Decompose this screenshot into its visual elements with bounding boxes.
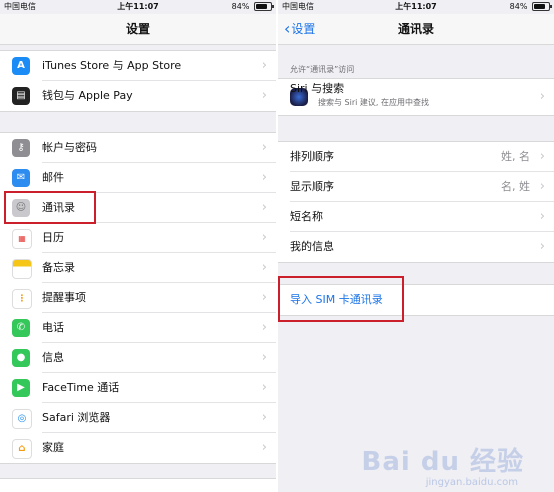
- wallet-icon: ▤: [12, 87, 30, 105]
- chevron-right-icon: ›: [261, 350, 267, 365]
- chevron-right-icon: ›: [261, 88, 267, 103]
- chevron-right-icon: ›: [539, 149, 545, 164]
- notes-icon: [12, 259, 32, 279]
- battery-indicator: 84%: [231, 0, 274, 14]
- pref-my-info[interactable]: 我的信息 ›: [278, 232, 554, 262]
- pref-value: 名, 姓: [501, 180, 530, 193]
- settings-screen: 中国电信 上午11:07 84% 设置 A iTunes Store 与 App…: [0, 0, 276, 492]
- settings-item-phone[interactable]: ✆ 电话 ›: [0, 313, 276, 343]
- back-button[interactable]: ‹设置: [284, 14, 315, 44]
- import-sim-label: 导入 SIM 卡通讯录: [290, 293, 383, 306]
- settings-item-label: 帐户与密码: [42, 141, 97, 154]
- chevron-right-icon: ›: [539, 239, 545, 254]
- settings-item-reminders[interactable]: ⋮ 提醒事项 ›: [0, 283, 276, 313]
- status-bar: 中国电信 上午11:07 84%: [0, 0, 276, 14]
- chevron-right-icon: ›: [539, 179, 545, 194]
- status-bar: 中国电信 上午11:07 84%: [278, 0, 554, 14]
- page-title: 设置: [125, 22, 150, 36]
- settings-group-next: [0, 478, 276, 492]
- contacts-settings-screen: 中国电信 上午11:07 84% ‹设置 通讯录 允许“通讯录”访问 Siri …: [278, 0, 554, 492]
- settings-item-label: 信息: [42, 351, 64, 364]
- pref-short-name[interactable]: 短名称 ›: [278, 202, 554, 232]
- pref-label: 排列顺序: [290, 150, 334, 163]
- calendar-icon: ▦: [12, 229, 32, 249]
- settings-item-label: 家庭: [42, 441, 64, 454]
- safari-icon: ◎: [12, 409, 32, 429]
- settings-group-siri: Siri 与搜索 搜索与 Siri 建议, 在应用中查找 ›: [278, 78, 554, 116]
- contacts-icon: ☺: [12, 199, 30, 217]
- key-icon: ⚷: [12, 139, 30, 157]
- watermark-url: jingyan.baidu.com: [425, 477, 518, 488]
- settings-item-label: 通讯录: [42, 201, 75, 214]
- settings-item-calendar[interactable]: ▦ 日历 ›: [0, 223, 276, 253]
- facetime-icon: ▶: [12, 379, 30, 397]
- settings-item-home[interactable]: ⌂ 家庭 ›: [0, 433, 276, 463]
- back-label: 设置: [291, 22, 316, 36]
- settings-item-label: 日历: [42, 231, 64, 244]
- settings-item-itunes[interactable]: A iTunes Store 与 App Store ›: [0, 51, 276, 81]
- page-title: 通讯录: [397, 22, 434, 36]
- pref-display-order[interactable]: 显示顺序 名, 姓 ›: [278, 172, 554, 202]
- settings-item-accounts[interactable]: ⚷ 帐户与密码 ›: [0, 133, 276, 163]
- nav-bar: 设置: [0, 14, 276, 45]
- settings-item-label: Safari 浏览器: [42, 411, 111, 424]
- settings-item-mail[interactable]: ✉ 邮件 ›: [0, 163, 276, 193]
- settings-item-wallet[interactable]: ▤ 钱包与 Apple Pay ›: [0, 81, 276, 111]
- chevron-right-icon: ›: [261, 320, 267, 335]
- chevron-right-icon: ›: [261, 440, 267, 455]
- battery-icon: [532, 2, 552, 11]
- chevron-right-icon: ›: [261, 140, 267, 155]
- app-store-icon: A: [12, 57, 30, 75]
- import-sim-contacts-button[interactable]: 导入 SIM 卡通讯录: [278, 285, 554, 315]
- chevron-right-icon: ›: [261, 290, 267, 305]
- settings-group-import: 导入 SIM 卡通讯录: [278, 284, 554, 316]
- chevron-right-icon: ›: [261, 260, 267, 275]
- settings-item-label: iTunes Store 与 App Store: [42, 59, 182, 72]
- settings-item-label: 备忘录: [42, 261, 75, 274]
- settings-item-label: 钱包与 Apple Pay: [42, 89, 133, 102]
- phone-icon: ✆: [12, 319, 30, 337]
- settings-item-label: 提醒事项: [42, 291, 86, 304]
- section-header-allow: 允许“通讯录”访问: [290, 65, 355, 74]
- settings-group-prefs: 排列顺序 姓, 名 › 显示顺序 名, 姓 › 短名称 › 我的信息 ›: [278, 141, 554, 263]
- siri-search-item[interactable]: Siri 与搜索 搜索与 Siri 建议, 在应用中查找 ›: [278, 79, 554, 115]
- chevron-right-icon: ›: [261, 170, 267, 185]
- chevron-right-icon: ›: [261, 200, 267, 215]
- settings-item-label: 电话: [42, 321, 64, 334]
- settings-item-messages[interactable]: ● 信息 ›: [0, 343, 276, 373]
- siri-subtitle: 搜索与 Siri 建议, 在应用中查找: [318, 98, 429, 107]
- nav-bar: ‹设置 通讯录: [278, 14, 554, 45]
- siri-title: Siri 与搜索: [290, 82, 345, 95]
- pref-value: 姓, 名: [501, 150, 530, 163]
- pref-label: 短名称: [290, 210, 323, 223]
- chevron-left-icon: ‹: [284, 19, 291, 38]
- settings-group-apps: ⚷ 帐户与密码 › ✉ 邮件 › ☺ 通讯录 › ▦ 日历 › 备忘录 › ⋮ …: [0, 132, 276, 464]
- pref-label: 我的信息: [290, 240, 334, 253]
- home-icon: ⌂: [12, 439, 32, 459]
- pref-sort-order[interactable]: 排列顺序 姓, 名 ›: [278, 142, 554, 172]
- settings-item-safari[interactable]: ◎ Safari 浏览器 ›: [0, 403, 276, 433]
- battery-percent: 84%: [231, 2, 250, 11]
- chevron-right-icon: ›: [539, 89, 545, 104]
- pref-label: 显示顺序: [290, 180, 334, 193]
- chevron-right-icon: ›: [261, 58, 267, 73]
- settings-item-label: FaceTime 通话: [42, 381, 120, 394]
- settings-item-label: 邮件: [42, 171, 64, 184]
- chevron-right-icon: ›: [261, 410, 267, 425]
- chevron-right-icon: ›: [539, 209, 545, 224]
- battery-percent: 84%: [509, 2, 528, 11]
- messages-icon: ●: [12, 349, 30, 367]
- watermark-logo: Bai du 经验: [361, 447, 524, 477]
- battery-icon: [254, 2, 274, 11]
- settings-group-store: A iTunes Store 与 App Store › ▤ 钱包与 Apple…: [0, 50, 276, 112]
- chevron-right-icon: ›: [261, 230, 267, 245]
- battery-indicator: 84%: [509, 0, 552, 14]
- settings-item-facetime[interactable]: ▶ FaceTime 通话 ›: [0, 373, 276, 403]
- chevron-right-icon: ›: [261, 380, 267, 395]
- settings-item-contacts[interactable]: ☺ 通讯录 ›: [0, 193, 276, 223]
- reminders-icon: ⋮: [12, 289, 32, 309]
- mail-icon: ✉: [12, 169, 30, 187]
- settings-item-notes[interactable]: 备忘录 ›: [0, 253, 276, 283]
